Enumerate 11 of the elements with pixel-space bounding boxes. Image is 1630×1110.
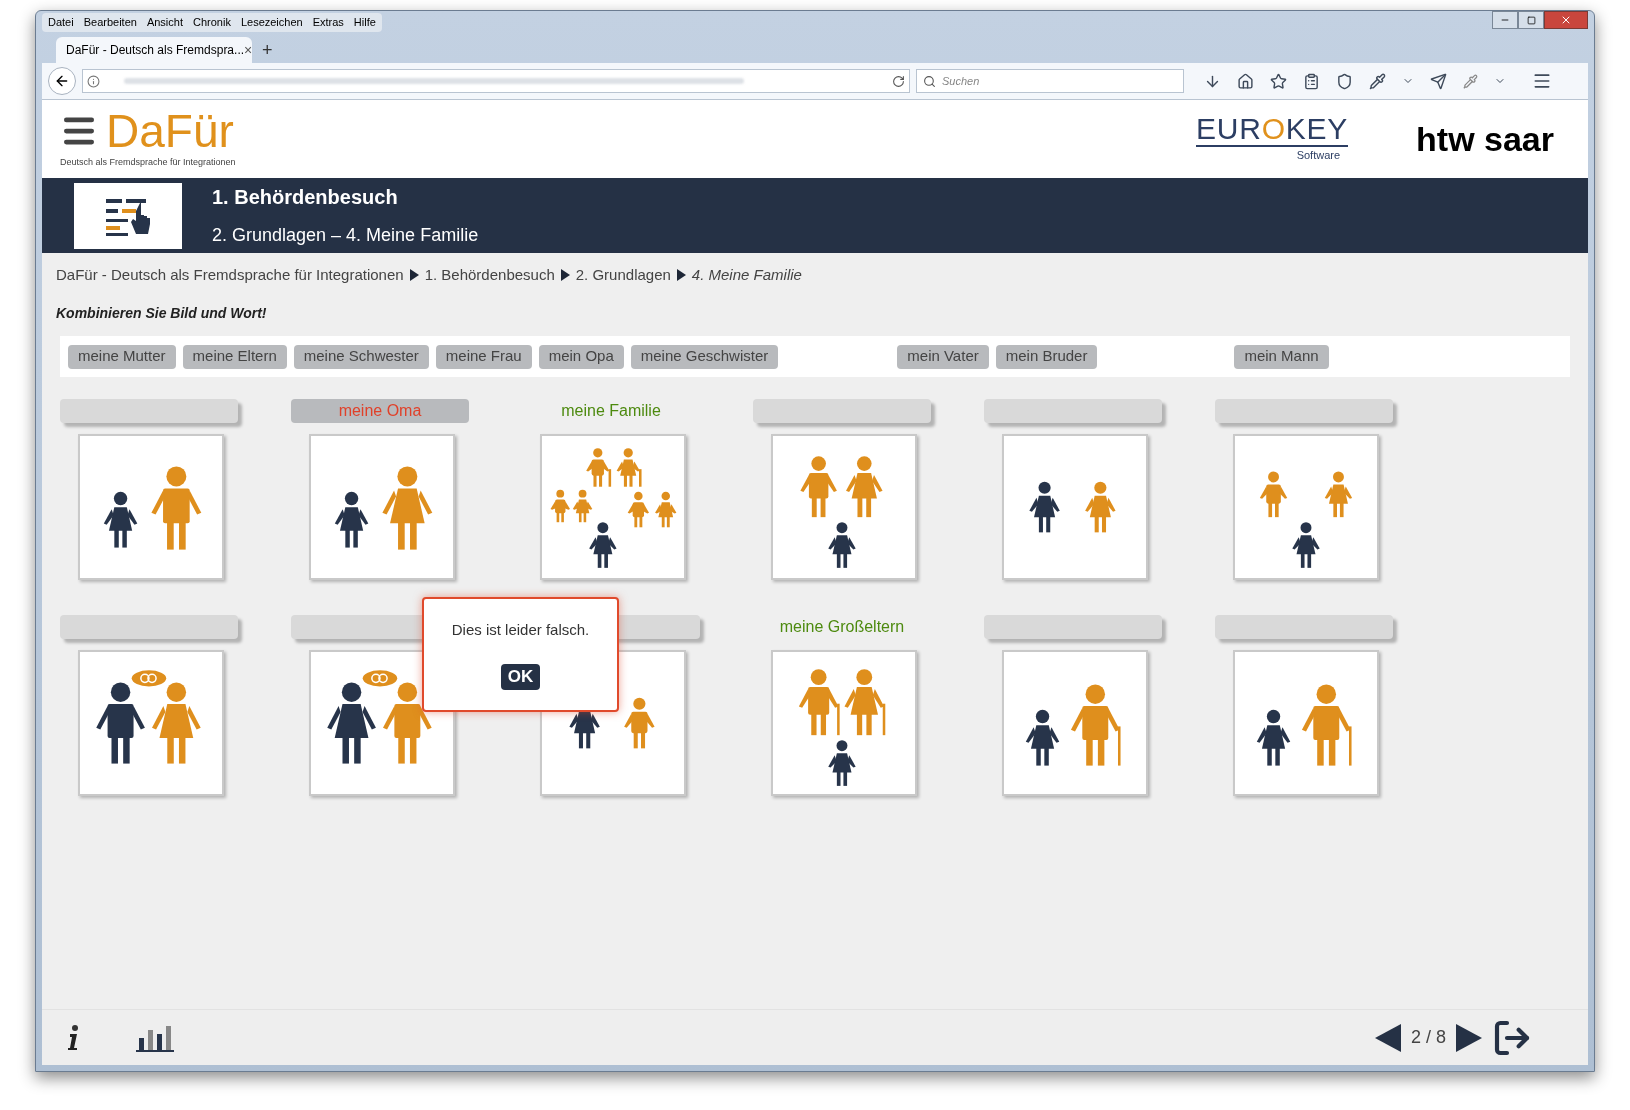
logo-tagline: Deutsch als Fremdsprache für Integrationen: [60, 156, 236, 170]
instruction-text: Kombinieren Sie Bild und Wort!: [56, 304, 268, 323]
partner-logo-text: EUROKEY: [1196, 114, 1349, 148]
dialog-message: Dies ist leider falsch.: [451, 620, 590, 640]
module-title: 1. Behördenbesuch: [212, 185, 399, 210]
tab-title: DaFür - Deutsch als Fremdspra...: [66, 42, 245, 59]
partner-logo-subtitle: Software: [1296, 148, 1341, 164]
page-indicator: 2 / 8: [1410, 1026, 1446, 1049]
logo-text: DaFür: [106, 108, 234, 155]
university-logo-text: htw saar: [1416, 118, 1554, 160]
module-subtitle: 2. Grundlagen – 4. Meine Familie: [212, 224, 479, 247]
